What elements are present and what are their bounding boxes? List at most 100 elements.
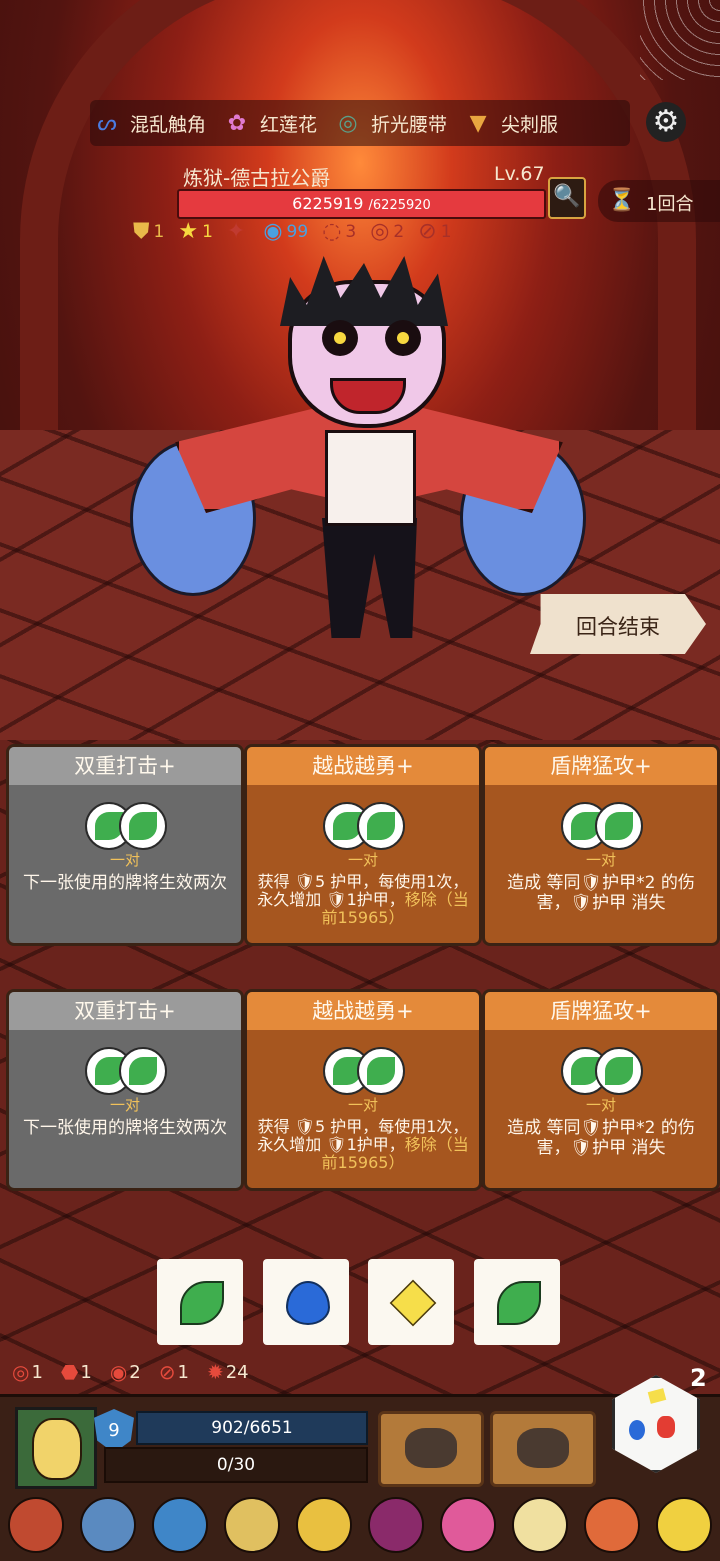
player-hp-bar: 902/6651 [136, 1411, 368, 1445]
hero-face [32, 1418, 82, 1480]
boss-stat-value: 99 [286, 221, 309, 242]
player-exp-bar: 0/30 [104, 1447, 368, 1483]
player-stat-strength[interactable]: ⬣ 1 [61, 1360, 92, 1384]
card-brave-fighter[interactable]: 越战越勇+ 一对 获得 🛡5 护甲，每使用1次，永久增加 🛡1护甲，移除（当前1… [244, 989, 482, 1191]
skill-slot-fist[interactable] [378, 1411, 484, 1487]
player-stat-value: 24 [225, 1361, 249, 1383]
fist-skill-icon [405, 1428, 457, 1468]
gear-icon[interactable]: ⚙ [646, 102, 686, 142]
boss-hp-current: 6225919 [292, 194, 364, 213]
spiral-stat-icon: ◎ [370, 219, 390, 244]
pair-symbol [323, 802, 405, 850]
boss-relic-bar: ᔕ 混乱触角 ✿ 红莲花 ◎ 折光腰带 ▼ 尖刺服 [90, 100, 630, 146]
player-stat-target[interactable]: ◎ 1 [12, 1360, 43, 1384]
boss-stat-spiral[interactable]: ◎ 2 [370, 219, 404, 244]
card-double-strike[interactable]: 双重打击+ 一对 下一张使用的牌将生效两次 [6, 744, 244, 946]
relic-2[interactable]: ◎ 折光腰带 [331, 106, 447, 140]
curse-stat-icon: ⊘ [418, 219, 437, 244]
boss-stat-shield[interactable]: ⛊ 1 [133, 219, 164, 244]
player-stat-value: 1 [177, 1361, 189, 1383]
player-stat-spiral[interactable]: ◉ 2 [110, 1360, 141, 1384]
chestplate-item-icon[interactable] [80, 1497, 136, 1553]
relic-label: 红莲花 [260, 113, 318, 136]
sun-icon: ✹ [206, 1360, 224, 1384]
hook-stat-icon: ◌ [322, 219, 342, 244]
boss-stat-swirl[interactable]: ◉ 99 [263, 219, 308, 244]
card-description: 获得 🛡5 护甲，每使用1次，永久增加 🛡1护甲，移除（当前15965） [257, 1118, 469, 1172]
shield-item-icon[interactable] [152, 1497, 208, 1553]
boss-level: Lv.67 [494, 163, 545, 185]
dice-slot-1[interactable] [263, 1259, 349, 1345]
relic-1[interactable]: ✿ 红莲花 [220, 106, 317, 140]
card-description: 下一张使用的牌将生效两次 [19, 1118, 231, 1138]
card-brave-fighter[interactable]: 越战越勇+ 一对 获得 🛡5 护甲，每使用1次，永久增加 🛡1护甲，移除（当前1… [244, 744, 482, 946]
boss-stat-star[interactable]: ★ 1 [178, 219, 213, 244]
player-stat-value: 1 [31, 1361, 43, 1383]
card-tag: 一对 [347, 851, 378, 869]
dice-slot-3[interactable] [474, 1259, 560, 1345]
boss-hp-max: /6225920 [368, 198, 431, 213]
hourglass-icon: ⏳ [608, 188, 636, 213]
spike-armor-icon: ▼ [469, 110, 487, 136]
card-title: 双重打击+ [9, 747, 241, 785]
dice-face-drop [629, 1420, 645, 1440]
card-shield-bash[interactable]: 盾牌猛攻+ 一对 造成 等同🛡护甲*2 的伤害，🛡护甲 消失 [482, 989, 720, 1191]
boss-dracula-sprite[interactable] [130, 250, 600, 650]
spiky-ball-item-icon[interactable] [584, 1497, 640, 1553]
fang-item-icon[interactable] [512, 1497, 568, 1553]
inspect-magnifier-button[interactable]: 🔍 [548, 177, 586, 219]
pair-symbol [561, 1047, 643, 1095]
card-shield-bash[interactable]: 盾牌猛攻+ 一对 造成 等同🛡护甲*2 的伤害，🛡护甲 消失 [482, 744, 720, 946]
card-double-strike[interactable]: 双重打击+ 一对 下一张使用的牌将生效两次 [6, 989, 244, 1191]
player-stat-no-attack[interactable]: ⊘ 1 [159, 1360, 189, 1384]
die-item-icon[interactable] [296, 1497, 352, 1553]
target-icon: ◎ [12, 1360, 30, 1384]
boss-status-effects: ⛊ 1 ★ 1 ✦ ◉ 99 ◌ 3 ◎ 2 ⊘ 1 [133, 219, 466, 244]
pair-symbol [561, 802, 643, 850]
star-stat-icon: ★ [178, 219, 199, 244]
boss-stat-claw[interactable]: ✦ [227, 219, 249, 244]
player-stat-value: 2 [129, 1361, 141, 1383]
player-stat-sun[interactable]: ✹ 24 [207, 1360, 249, 1384]
spiky-hair [280, 256, 448, 326]
card-tag: 一对 [585, 1096, 616, 1114]
lotus-icon: ✿ [227, 110, 247, 136]
robe-item-icon[interactable] [368, 1497, 424, 1553]
boss-stat-value: 1 [202, 221, 213, 242]
card-desc-text: 造成 等同🛡护甲*2 的伤害，🛡护甲 消失 [507, 873, 695, 913]
mushroom-item-icon[interactable] [440, 1497, 496, 1553]
mask-item-icon[interactable] [8, 1497, 64, 1553]
cheese-item-icon[interactable] [656, 1497, 712, 1553]
skill-slot-claw[interactable] [490, 1411, 596, 1487]
mirror-item-icon[interactable] [224, 1497, 280, 1553]
end-turn-button[interactable]: 回合结束 [530, 594, 706, 654]
player-hp-text: 902/6651 [211, 1418, 293, 1438]
dice-count: 2 [690, 1364, 707, 1392]
round-label: 1回合 [646, 194, 694, 215]
claw-skill-icon [517, 1428, 569, 1468]
card-tag: 一对 [585, 851, 616, 869]
player-avatar[interactable] [15, 1407, 97, 1489]
relic-3[interactable]: ▼ 尖刺服 [461, 106, 558, 140]
round-counter: ⏳ 1回合 [598, 180, 720, 222]
dice-slot-0[interactable] [157, 1259, 243, 1345]
swirl-stat-icon: ◉ [263, 219, 283, 244]
dice-slot-2[interactable] [368, 1259, 454, 1345]
diamond-icon [389, 1279, 437, 1327]
leaf-icon [180, 1281, 224, 1325]
player-exp-text: 0/30 [216, 1455, 256, 1475]
equipment-bar [0, 1492, 720, 1558]
spiderweb-decoration [640, 0, 720, 80]
card-desc-text: 下一张使用的牌将生效两次 [23, 1118, 227, 1138]
player-stat-value: 1 [80, 1361, 92, 1383]
card-title: 越战越勇+ [247, 747, 479, 785]
end-turn-label: 回合结束 [576, 615, 660, 639]
boss-stat-hook[interactable]: ◌ 3 [322, 219, 356, 244]
boss-stat-curse[interactable]: ⊘ 1 [418, 219, 451, 244]
boss-stat-value: 1 [153, 221, 165, 242]
boss-stat-value: 2 [393, 221, 405, 242]
left-eye [322, 320, 358, 356]
boss-name: 炼狱-德古拉公爵 [183, 166, 331, 190]
dice-face-diamond [647, 1388, 667, 1404]
relic-0[interactable]: ᔕ 混乱触角 [90, 106, 206, 140]
